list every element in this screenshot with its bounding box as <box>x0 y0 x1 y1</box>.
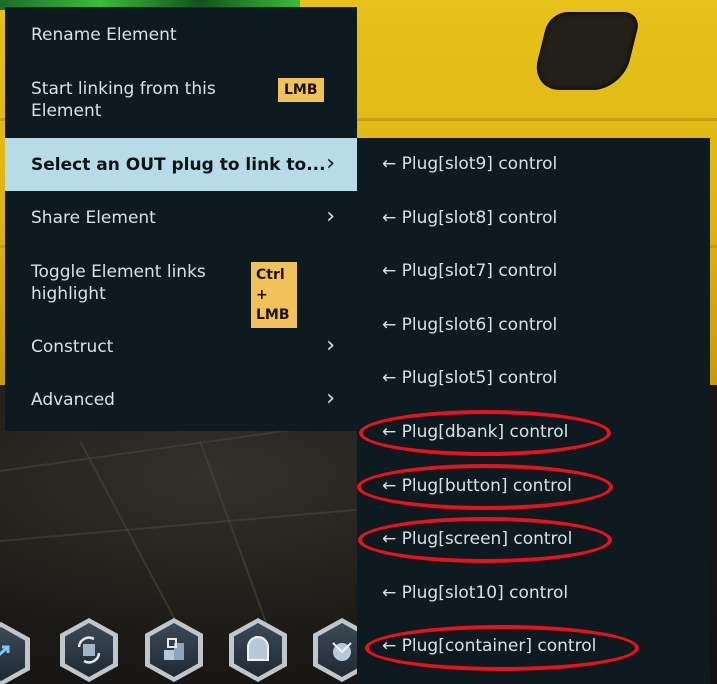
menu-item-label: Select an OUT plug to link to... <box>31 155 326 175</box>
menu-item-construct[interactable]: Construct › <box>5 320 357 373</box>
plug-item-label: ← Plug[slot9] control <box>382 154 558 174</box>
plug-item-container[interactable]: ← Plug[container] control <box>357 620 710 673</box>
chevron-right-icon: › <box>326 386 335 411</box>
menu-item-label: Start linking from this Element <box>31 79 216 121</box>
plug-item-screen[interactable]: ← Plug[screen] control <box>357 513 710 566</box>
plug-item-label: ← Plug[dbank] control <box>382 422 569 442</box>
plug-item-label: ← Plug[slot6] control <box>382 315 558 335</box>
menu-item-label: Advanced <box>31 390 115 410</box>
menu-item-label: Construct <box>31 337 114 357</box>
menu-item-select-out-plug[interactable]: Select an OUT plug to link to... › <box>5 138 357 191</box>
shortcut-badge-lmb: LMB <box>278 78 324 102</box>
plug-item-label: ← Plug[screen] control <box>382 529 573 549</box>
element-context-menu: Rename Element Start linking from this E… <box>5 7 357 431</box>
out-plug-submenu: ← Plug[slot9] control ← Plug[slot8] cont… <box>357 138 710 684</box>
plug-item-slot10[interactable]: ← Plug[slot10] control <box>357 567 710 620</box>
menu-item-advanced[interactable]: Advanced › <box>5 373 357 426</box>
plug-item-label: ← Plug[container] control <box>382 636 597 656</box>
plug-item-label: ← Plug[slot5] control <box>382 368 558 388</box>
menu-item-toggle-links-highlight[interactable]: Toggle Element links highlight Ctrl + LM… <box>5 244 357 328</box>
plug-item-slot8[interactable]: ← Plug[slot8] control <box>357 192 710 245</box>
chevron-right-icon: › <box>326 151 335 176</box>
menu-item-rename-element[interactable]: Rename Element <box>5 8 357 62</box>
plug-item-label: ← Plug[slot7] control <box>382 261 558 281</box>
plug-item-label: ← Plug[slot8] control <box>382 208 558 228</box>
plug-item-slot6[interactable]: ← Plug[slot6] control <box>357 299 710 352</box>
plug-item-button[interactable]: ← Plug[button] control <box>357 460 710 513</box>
plug-item-label: ← Plug[slot10] control <box>382 583 569 603</box>
menu-item-label: Rename Element <box>31 25 177 45</box>
plug-item-slot5[interactable]: ← Plug[slot5] control <box>357 352 710 405</box>
menu-item-share-element[interactable]: Share Element › <box>5 191 357 244</box>
chevron-right-icon: › <box>326 204 335 229</box>
plug-item-dbank[interactable]: ← Plug[dbank] control <box>357 406 710 459</box>
plug-item-label: ← Plug[button] control <box>382 476 572 496</box>
menu-item-label: Share Element <box>31 208 156 228</box>
menu-item-label: Toggle Element links highlight <box>31 262 206 304</box>
shortcut-badge-ctrl-lmb: Ctrl + LMB <box>251 262 297 328</box>
plug-item-slot9[interactable]: ← Plug[slot9] control <box>357 138 710 191</box>
menu-item-start-linking[interactable]: Start linking from this Element LMB <box>5 62 357 138</box>
chevron-right-icon: › <box>326 333 335 358</box>
plug-item-slot7[interactable]: ← Plug[slot7] control <box>357 245 710 298</box>
